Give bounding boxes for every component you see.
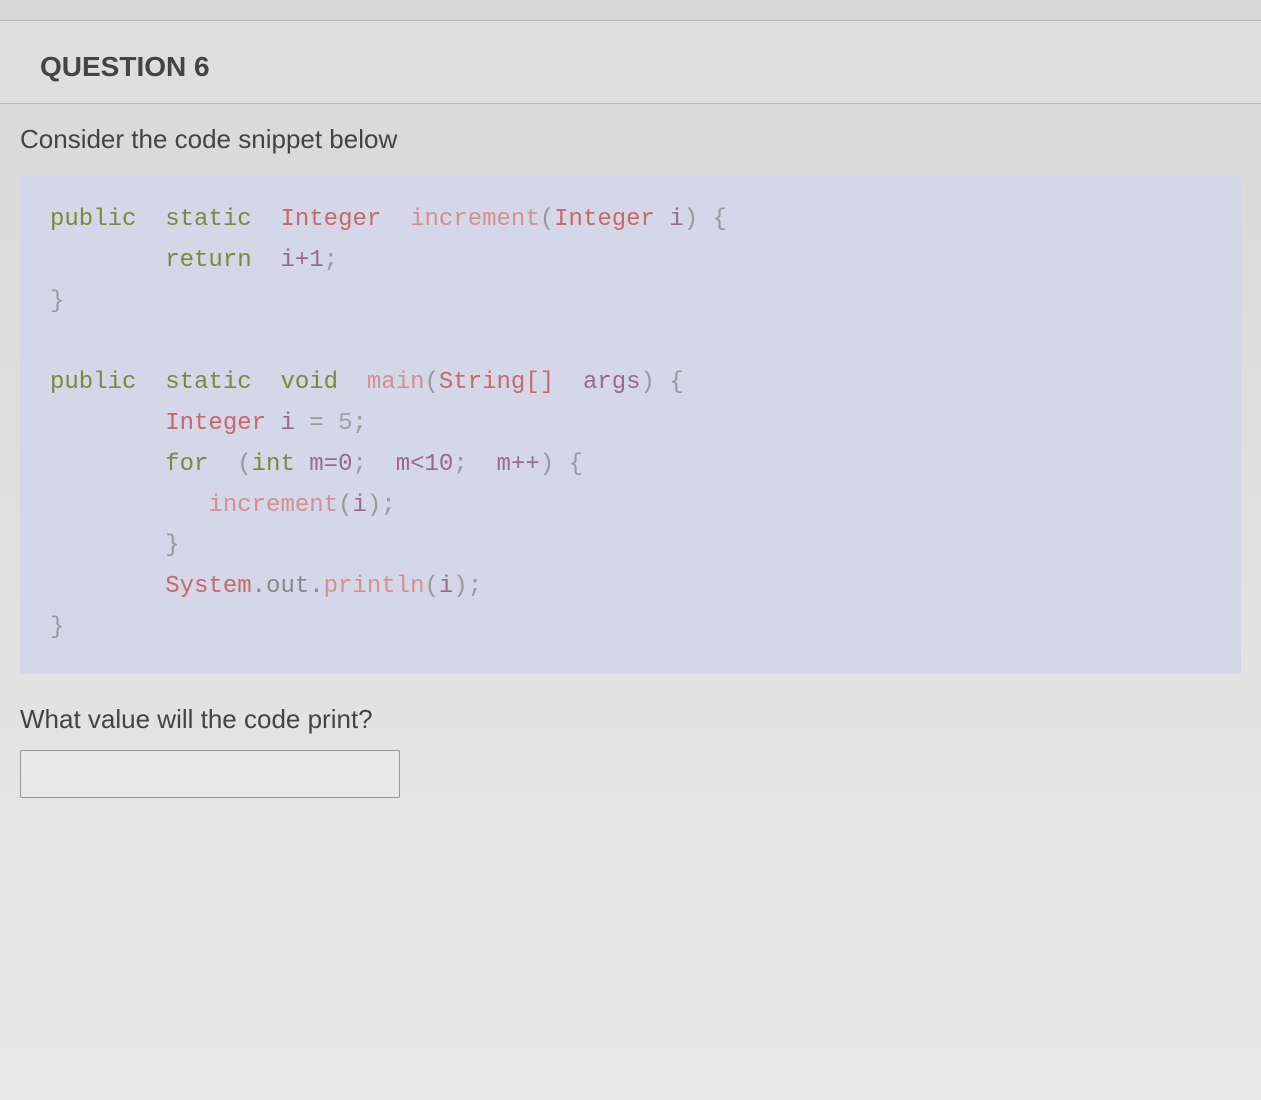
code-line-5: public static void main(String[] args) { [50, 363, 1211, 404]
answer-input[interactable] [20, 750, 400, 798]
code-line-1: public static Integer increment(Integer … [50, 200, 1211, 241]
code-line-8: increment(i); [50, 486, 1211, 527]
question-title: QUESTION 6 [40, 51, 1221, 83]
question-body: Consider the code snippet below public s… [0, 104, 1261, 818]
question-header: QUESTION 6 [0, 20, 1261, 104]
code-line-6: Integer i = 5; [50, 404, 1211, 445]
code-line-3: } [50, 282, 1211, 323]
code-snippet: public static Integer increment(Integer … [20, 175, 1241, 674]
question-prompt: What value will the code print? [20, 704, 1241, 735]
code-line-10: System.out.println(i); [50, 567, 1211, 608]
question-container: QUESTION 6 Consider the code snippet bel… [0, 20, 1261, 818]
code-line-7: for (int m=0; m<10; m++) { [50, 445, 1211, 486]
code-line-11: } [50, 608, 1211, 649]
code-line-blank [50, 322, 1211, 363]
code-line-9: } [50, 526, 1211, 567]
code-line-2: return i+1; [50, 241, 1211, 282]
intro-text: Consider the code snippet below [20, 124, 1241, 155]
